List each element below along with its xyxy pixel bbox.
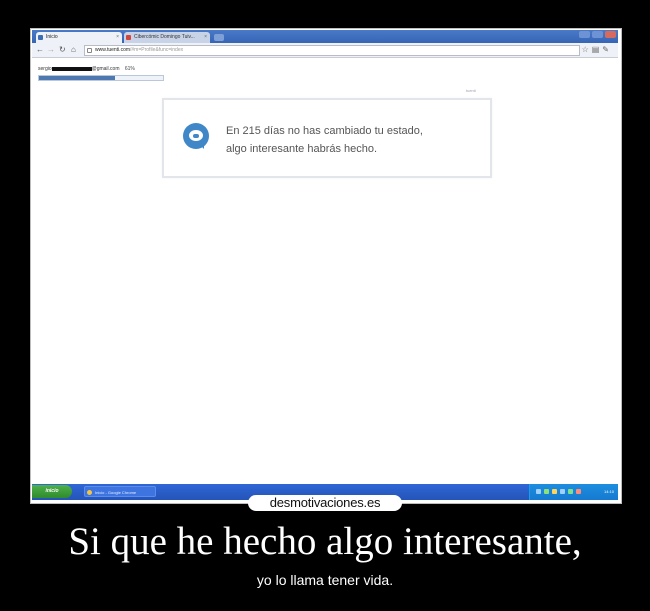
redacted-email-bar	[51, 66, 92, 71]
address-path: /#m=Profile&func=index	[130, 47, 184, 53]
tray-volume-icon[interactable]	[560, 489, 565, 494]
favicon-icon	[38, 35, 43, 40]
home-icon[interactable]: ⌂	[71, 44, 76, 56]
tray-app-icon[interactable]	[568, 489, 573, 494]
status-notice-card: En 215 días no has cambiado tu estado, a…	[162, 98, 492, 178]
notice-line-2: algo interesante habrás hecho.	[226, 143, 378, 155]
start-button[interactable]: inicio	[32, 485, 72, 498]
progress-fill	[39, 76, 115, 80]
forward-arrow-icon[interactable]: →	[47, 44, 55, 56]
bookmark-star-icon[interactable]: ☆	[582, 45, 592, 54]
new-tab-button[interactable]	[214, 34, 224, 41]
address-bar[interactable]: www.tuenti.com/#m=Profile&func=index	[84, 45, 580, 56]
taskbar-clock: 14:10	[603, 489, 614, 494]
account-label: sergio	[38, 66, 52, 72]
tab-label: Cibercómic Domingo Tuiv...	[134, 34, 195, 40]
page-menu-icon[interactable]: ▤	[592, 45, 603, 54]
account-progress-bar	[38, 75, 164, 81]
account-suffix: @gmail.com	[91, 66, 120, 72]
tray-alert-icon[interactable]	[552, 489, 557, 494]
maximize-icon[interactable]	[592, 31, 603, 38]
wrench-icon[interactable]: ✎	[602, 45, 612, 54]
favicon-icon	[126, 35, 131, 40]
chrome-icon	[87, 490, 92, 495]
status-notice-text: En 215 días no has cambiado tu estado, a…	[226, 122, 423, 158]
close-tab-icon[interactable]: ×	[116, 32, 119, 43]
minimize-icon[interactable]	[579, 31, 590, 38]
system-tray: 14:10	[529, 484, 618, 500]
account-progress-label: 61%	[124, 66, 135, 72]
account-info: sergio @gmail.com 61%	[38, 66, 135, 72]
back-arrow-icon[interactable]: ←	[36, 44, 44, 56]
site-watermark: desmotivaciones.es	[248, 495, 402, 511]
close-window-icon[interactable]	[605, 31, 616, 38]
brand-tag: tuenti	[466, 88, 476, 93]
taskbar-item-chrome[interactable]: Inicio - Google Chrome	[84, 486, 156, 497]
window-controls	[579, 31, 616, 38]
reload-icon[interactable]: ↻	[59, 44, 66, 56]
browser-tab-inactive[interactable]: Cibercómic Domingo Tuiv... ×	[124, 32, 210, 43]
tray-network-icon[interactable]	[536, 489, 541, 494]
poster-title: Si que he hecho algo interesante,	[68, 520, 582, 563]
tray-update-icon[interactable]	[576, 489, 581, 494]
screenshot: Inicio × Cibercómic Domingo Tuiv... × ← …	[32, 30, 618, 500]
speech-bubble-icon	[183, 123, 209, 149]
browser-tab-active[interactable]: Inicio ×	[36, 32, 122, 43]
browser-toolbar: ← → ↻ ⌂ www.tuenti.com/#m=Profile&func=i…	[32, 43, 618, 58]
notice-line-1: En 215 días no has cambiado tu estado,	[226, 125, 423, 137]
tab-label: Inicio	[46, 34, 58, 40]
close-tab-icon[interactable]: ×	[204, 32, 207, 43]
browser-tab-bar: Inicio × Cibercómic Domingo Tuiv... ×	[32, 30, 618, 43]
page-content: sergio @gmail.com 61% tuenti En 215 días …	[32, 58, 618, 484]
tray-shield-icon[interactable]	[544, 489, 549, 494]
toolbar-icons: ☆▤✎	[582, 44, 612, 56]
page-icon	[87, 48, 92, 53]
address-domain: www.tuenti.com	[95, 47, 131, 53]
screenshot-frame: Inicio × Cibercómic Domingo Tuiv... × ← …	[30, 28, 622, 504]
poster-subtitle: yo lo llama tener vida.	[256, 572, 394, 588]
taskbar-item-label: Inicio - Google Chrome	[95, 490, 137, 495]
